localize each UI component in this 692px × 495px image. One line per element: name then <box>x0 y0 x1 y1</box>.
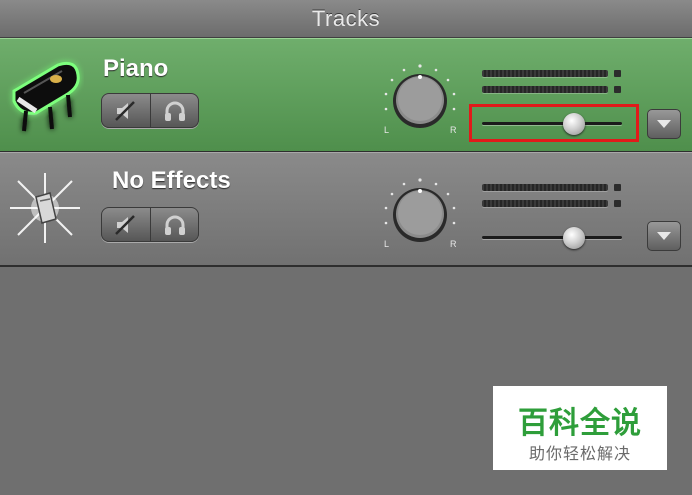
pan-knob[interactable]: L R <box>380 63 460 143</box>
clip-indicator-right <box>614 86 621 93</box>
level-meter-right <box>482 200 608 207</box>
clip-indicator-left <box>614 70 621 77</box>
level-meters <box>482 69 624 101</box>
track-name-no-effects: No Effects <box>112 167 231 194</box>
pan-knob[interactable]: L R <box>380 177 460 257</box>
grand-piano-icon <box>12 61 80 132</box>
pan-right-label: R <box>450 125 457 135</box>
mute-button[interactable] <box>101 93 151 128</box>
volume-highlight-box <box>469 104 639 142</box>
triangle-down-icon <box>657 120 671 128</box>
mute-speaker-icon <box>115 214 136 235</box>
track-controls-piano <box>101 93 199 128</box>
tracks-header-title: Tracks <box>311 5 381 31</box>
solo-button[interactable] <box>151 207 200 242</box>
watermark-subtitle: 助你轻松解决 <box>528 444 631 463</box>
watermark-logo: 百科全说 助你轻松解决 <box>493 386 667 470</box>
track-name-piano: Piano <box>103 55 169 82</box>
tracks-header: Tracks <box>0 0 692 38</box>
track-disclosure-button[interactable] <box>647 221 681 251</box>
volume-slider[interactable] <box>482 227 622 249</box>
watermark-title: 百科全说 <box>518 406 642 441</box>
level-meter-right <box>482 86 608 93</box>
volume-slider-thumb[interactable] <box>563 227 586 249</box>
clip-indicator-right <box>614 200 621 207</box>
headphones-icon <box>164 215 185 235</box>
mute-button[interactable] <box>101 207 151 242</box>
pan-left-label: L <box>384 239 389 249</box>
pan-left-label: L <box>384 125 389 135</box>
triangle-down-icon <box>657 232 671 240</box>
headphones-icon <box>164 101 185 121</box>
pan-right-label: R <box>450 239 457 249</box>
level-meters <box>482 183 624 215</box>
track-controls-no-effects <box>101 207 199 242</box>
no-effects-sparkle-icon <box>10 173 80 243</box>
level-meter-left <box>482 184 608 191</box>
level-meter-left <box>482 70 608 77</box>
solo-button[interactable] <box>151 93 200 128</box>
track-disclosure-button[interactable] <box>647 109 681 139</box>
clip-indicator-left <box>614 184 621 191</box>
track-row-no-effects[interactable]: No Effects L R <box>0 152 692 267</box>
volume-slider-track <box>482 236 622 239</box>
mute-speaker-icon <box>115 100 136 121</box>
